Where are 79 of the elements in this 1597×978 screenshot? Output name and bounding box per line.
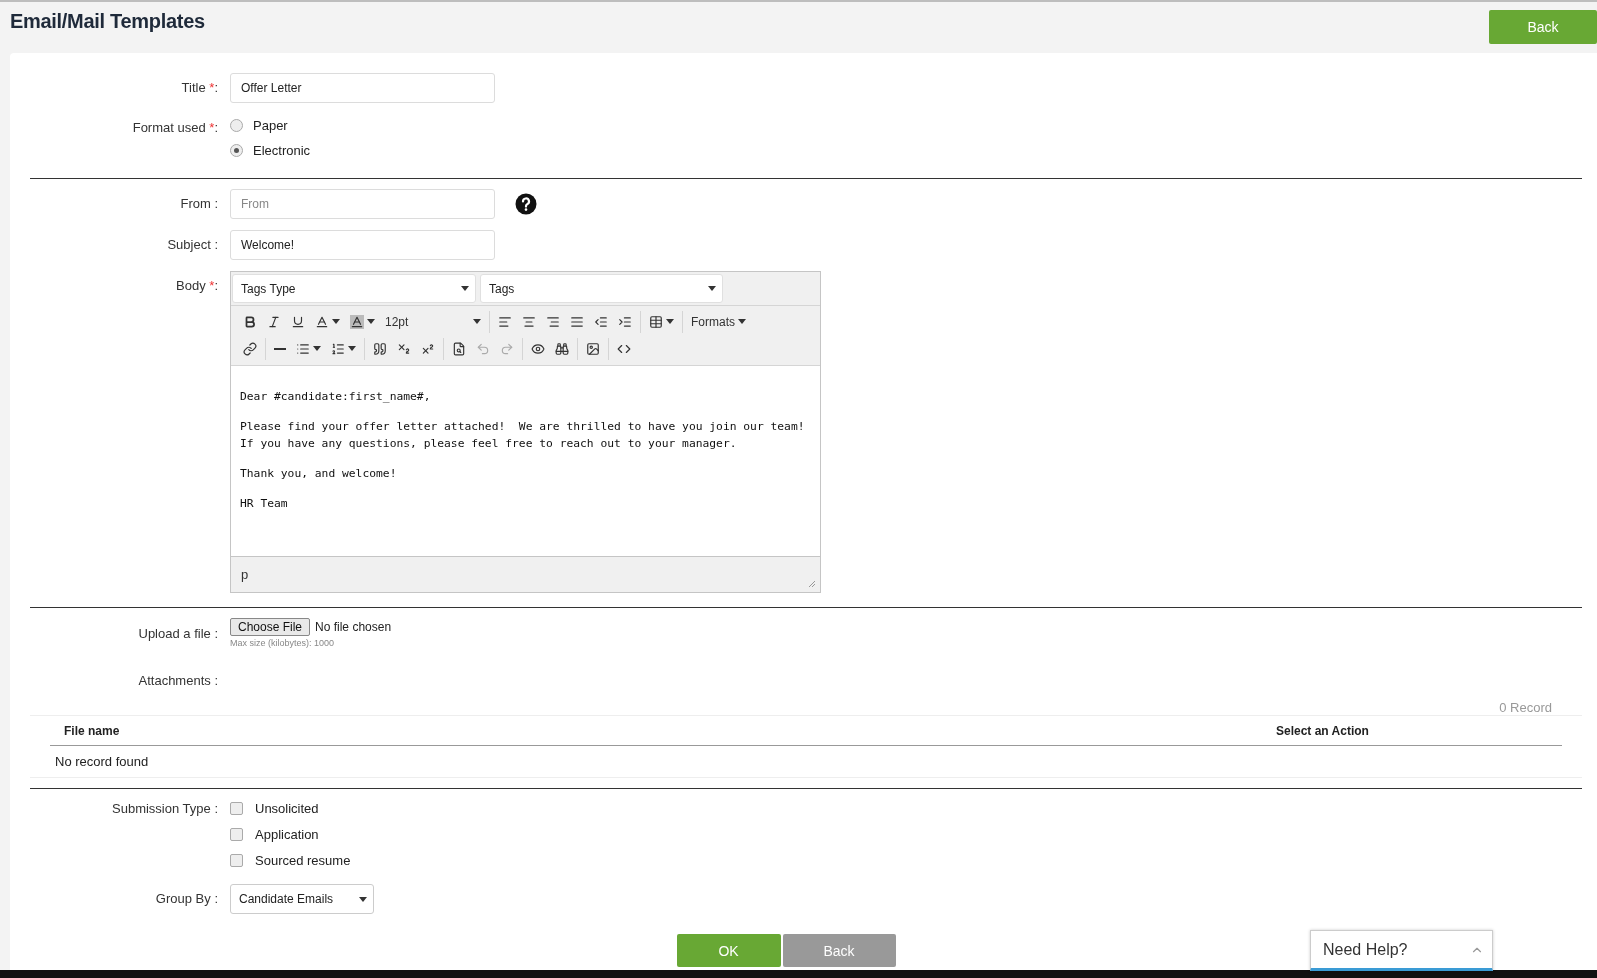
- body-paragraph: HR Team: [240, 496, 289, 512]
- radio-button[interactable]: [230, 144, 243, 157]
- tag-select[interactable]: Tags: [480, 274, 723, 303]
- caret-icon: [313, 346, 321, 351]
- file-search-icon: [452, 341, 466, 356]
- caret-icon: [708, 286, 716, 291]
- field-label: Subject :: [166, 236, 218, 252]
- subscript-icon: [397, 341, 411, 356]
- field-label: Submission Type :: [111, 800, 218, 816]
- from-input[interactable]: From: [230, 189, 495, 219]
- column-header: File name: [63, 724, 121, 738]
- checkbox[interactable]: [230, 828, 243, 841]
- caret-icon: [666, 319, 674, 324]
- align-right-icon: [546, 314, 560, 329]
- checkbox-label: Application: [255, 827, 319, 842]
- align-justify-icon: [570, 314, 584, 329]
- page-title: Email/Mail Templates: [10, 10, 205, 33]
- caret-icon: [359, 896, 367, 902]
- indent-icon: [618, 314, 632, 329]
- checkbox-label: Sourced resume: [255, 853, 351, 868]
- file-status: No file chosen: [315, 620, 392, 634]
- caret-icon: [367, 319, 375, 324]
- align-left-icon: [498, 314, 512, 329]
- field-label: Format used *:: [131, 119, 218, 135]
- radio-label: Paper: [253, 118, 288, 133]
- body-paragraph: Please find your offer letter attached! We are thrilled to have you join our team! If you have any questions, please feel free to reach out to your manager.: [240, 419, 806, 452]
- checkbox[interactable]: [230, 802, 243, 815]
- superscript-icon: [421, 341, 435, 356]
- help-icon[interactable]: [515, 193, 537, 215]
- eye-icon: [531, 341, 545, 356]
- subject-input[interactable]: Welcome!: [230, 230, 495, 260]
- empty-message: No record found: [54, 753, 150, 771]
- column-header: Select an Action: [1275, 724, 1370, 738]
- font-size-select[interactable]: 12pt: [380, 310, 486, 333]
- field-label: Title *:: [180, 79, 218, 95]
- checkbox-label: Unsolicited: [255, 801, 319, 816]
- formats-menu[interactable]: Formats: [686, 310, 751, 333]
- resize-grip-icon[interactable]: [808, 580, 816, 588]
- upload-hint: Max size (kilobytes): 1000: [230, 638, 336, 648]
- choose-file-button[interactable]: Choose File: [230, 618, 311, 636]
- horizontal-line-icon: [274, 347, 286, 350]
- help-widget[interactable]: Need Help?: [1310, 930, 1493, 971]
- element-path: p: [241, 567, 249, 582]
- field-label: Body *:: [175, 277, 218, 293]
- caret-icon: [348, 346, 356, 351]
- image-icon: [586, 341, 600, 356]
- field-label: Attachments :: [137, 672, 218, 688]
- redo-icon: [500, 341, 514, 356]
- radio-button[interactable]: [230, 119, 243, 132]
- radio-label: Electronic: [253, 143, 311, 158]
- editor-content[interactable]: [231, 366, 820, 556]
- align-center-icon: [522, 314, 536, 329]
- bold-icon: [243, 314, 257, 329]
- bullet-list-icon: [296, 341, 310, 356]
- field-label: Group By :: [154, 890, 218, 906]
- title-input[interactable]: Offer Letter: [230, 73, 495, 103]
- field-label: Upload a file :: [137, 625, 218, 641]
- table-icon: [649, 314, 663, 329]
- record-count: 0 Record: [1499, 700, 1552, 715]
- quote-icon: [373, 341, 387, 356]
- highlight-color-icon: [350, 314, 364, 329]
- checkbox[interactable]: [230, 854, 243, 867]
- link-icon: [243, 341, 257, 356]
- field-label: From :: [179, 195, 218, 211]
- outdent-icon: [594, 314, 608, 329]
- binoculars-icon: [555, 341, 569, 356]
- tag-select[interactable]: Tags Type: [232, 274, 476, 303]
- italic-icon: [267, 314, 281, 329]
- undo-icon: [476, 341, 490, 356]
- text-color-icon: [315, 314, 329, 329]
- caret-icon: [461, 286, 469, 291]
- numbered-list-icon: [331, 341, 345, 356]
- body-paragraph: Thank you, and welcome!: [240, 466, 398, 482]
- caret-icon: [473, 319, 481, 324]
- underline-icon: [291, 314, 305, 329]
- caret-icon: [738, 319, 746, 324]
- body-paragraph: Dear #candidate:first_name#,: [240, 389, 432, 405]
- caret-icon: [332, 319, 340, 324]
- group-by-select[interactable]: Candidate Emails: [230, 884, 374, 914]
